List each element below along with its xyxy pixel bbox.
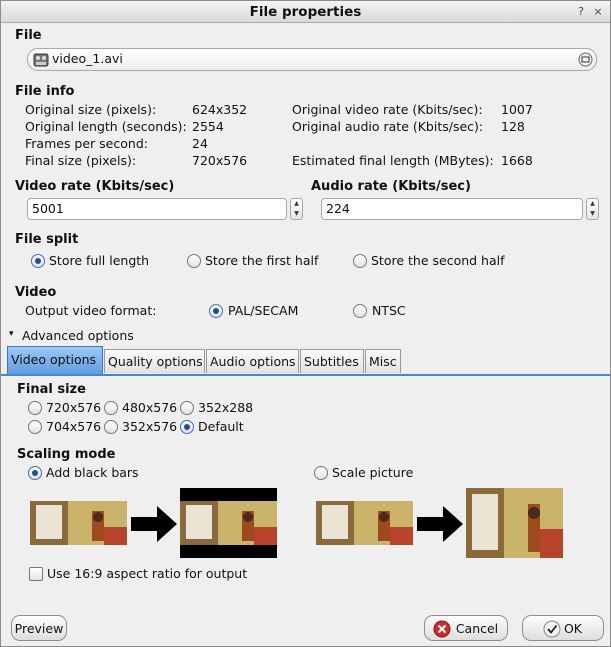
add-black-bars-label[interactable]: Add black bars: [46, 465, 139, 480]
store-full-length-label[interactable]: Store full length: [49, 253, 149, 268]
tab-misc[interactable]: Misc: [365, 349, 401, 373]
orig-video-rate-value: 1007: [501, 102, 533, 117]
arrow-right-icon-2: [417, 506, 463, 542]
checkmark-icon: [543, 620, 561, 638]
radio-ntsc[interactable]: [353, 304, 367, 318]
video-rate-heading: Video rate (Kbits/sec): [15, 179, 175, 194]
title-bar[interactable]: File properties ? ×: [1, 1, 610, 23]
size-480x576-label[interactable]: 480x576: [122, 400, 177, 415]
tab-separator: [1, 374, 610, 376]
radio-720x576[interactable]: [28, 401, 42, 415]
spin-down-icon[interactable]: ▼: [587, 209, 598, 219]
est-final-length-label: Estimated final length (MBytes):: [292, 153, 494, 168]
fps-label: Frames per second:: [25, 136, 148, 151]
size-720x576-label[interactable]: 720x576: [46, 400, 101, 415]
size-default-label[interactable]: Default: [198, 419, 244, 434]
file-heading: File: [15, 28, 42, 43]
help-icon[interactable]: ?: [573, 4, 589, 20]
audio-rate-heading: Audio rate (Kbits/sec): [311, 179, 471, 194]
store-first-half-label[interactable]: Store the first half: [205, 253, 318, 268]
original-size-label: Original size (pixels):: [25, 102, 157, 117]
radio-704x576[interactable]: [28, 420, 42, 434]
pal-secam-label[interactable]: PAL/SECAM: [228, 303, 298, 318]
scaled-preview-image: [466, 488, 563, 558]
size-352x288-label[interactable]: 352x288: [198, 400, 253, 415]
open-folder-icon: [578, 52, 593, 67]
tab-subtitles[interactable]: Subtitles: [300, 349, 364, 373]
radio-352x288[interactable]: [180, 401, 194, 415]
cancel-button[interactable]: Cancel: [424, 615, 508, 641]
size-704x576-label[interactable]: 704x576: [46, 419, 101, 434]
store-second-half-label[interactable]: Store the second half: [371, 253, 505, 268]
ntsc-label[interactable]: NTSC: [372, 303, 406, 318]
orig-audio-rate-value: 128: [501, 119, 525, 134]
source-preview-image-2: [316, 501, 413, 545]
file-properties-window: File properties ? × File video_1.avi Fil…: [0, 0, 611, 647]
radio-default-size[interactable]: [180, 420, 194, 434]
original-size-value: 624x352: [192, 102, 248, 117]
ok-button[interactable]: OK: [522, 615, 604, 641]
radio-store-first-half[interactable]: [187, 254, 201, 268]
video-rate-input[interactable]: 5001: [27, 198, 287, 220]
spin-up-icon[interactable]: ▲: [587, 199, 598, 209]
scale-picture-label[interactable]: Scale picture: [332, 465, 413, 480]
video-rate-spinner[interactable]: ▲ ▼: [290, 198, 303, 220]
radio-store-full-length[interactable]: [31, 254, 45, 268]
source-preview-image: [30, 501, 127, 545]
original-length-value: 2554: [192, 119, 224, 134]
ok-label: OK: [563, 621, 583, 636]
aspect-ratio-label[interactable]: Use 16:9 aspect ratio for output: [47, 566, 247, 581]
file-split-heading: File split: [15, 232, 79, 247]
radio-480x576[interactable]: [104, 401, 118, 415]
filename: video_1.avi: [52, 51, 123, 66]
final-size-heading: Final size: [17, 382, 86, 397]
cancel-icon: [433, 620, 451, 638]
output-format-label: Output video format:: [25, 303, 157, 318]
spin-down-icon[interactable]: ▼: [291, 209, 302, 219]
close-icon[interactable]: ×: [590, 4, 606, 20]
est-final-length-value: 1668: [501, 153, 533, 168]
cancel-label: Cancel: [455, 621, 499, 636]
expander-arrow-icon[interactable]: ▾: [9, 329, 14, 339]
tab-video-options[interactable]: Video options: [7, 346, 103, 375]
file-chooser-button[interactable]: video_1.avi: [27, 48, 597, 71]
film-icon: [33, 53, 49, 67]
preview-button[interactable]: Preview: [11, 615, 67, 641]
orig-video-rate-label: Original video rate (Kbits/sec):: [292, 102, 483, 117]
audio-rate-input[interactable]: 224: [321, 198, 583, 220]
advanced-options-expander[interactable]: Advanced options: [22, 328, 134, 343]
spin-up-icon[interactable]: ▲: [291, 199, 302, 209]
window-title: File properties: [249, 4, 362, 20]
aspect-ratio-checkbox[interactable]: [29, 567, 43, 581]
arrow-right-icon: [131, 506, 177, 542]
black-bars-preview-image: [180, 488, 277, 558]
radio-352x576[interactable]: [104, 420, 118, 434]
radio-store-second-half[interactable]: [353, 254, 367, 268]
fps-value: 24: [192, 136, 208, 151]
tab-audio-options[interactable]: Audio options: [206, 349, 299, 373]
video-heading: Video: [15, 285, 57, 300]
scaling-mode-heading: Scaling mode: [17, 447, 116, 462]
tab-quality-options[interactable]: Quality options: [104, 349, 205, 373]
final-size-value: 720x576: [192, 153, 248, 168]
final-size-label: Final size (pixels):: [25, 153, 137, 168]
radio-add-black-bars[interactable]: [28, 466, 42, 480]
size-352x576-label[interactable]: 352x576: [122, 419, 177, 434]
original-length-label: Original length (seconds):: [25, 119, 187, 134]
orig-audio-rate-label: Original audio rate (Kbits/sec):: [292, 119, 484, 134]
radio-scale-picture[interactable]: [314, 466, 328, 480]
audio-rate-spinner[interactable]: ▲ ▼: [586, 198, 599, 220]
file-info-heading: File info: [15, 84, 75, 99]
radio-pal-secam[interactable]: [209, 304, 223, 318]
